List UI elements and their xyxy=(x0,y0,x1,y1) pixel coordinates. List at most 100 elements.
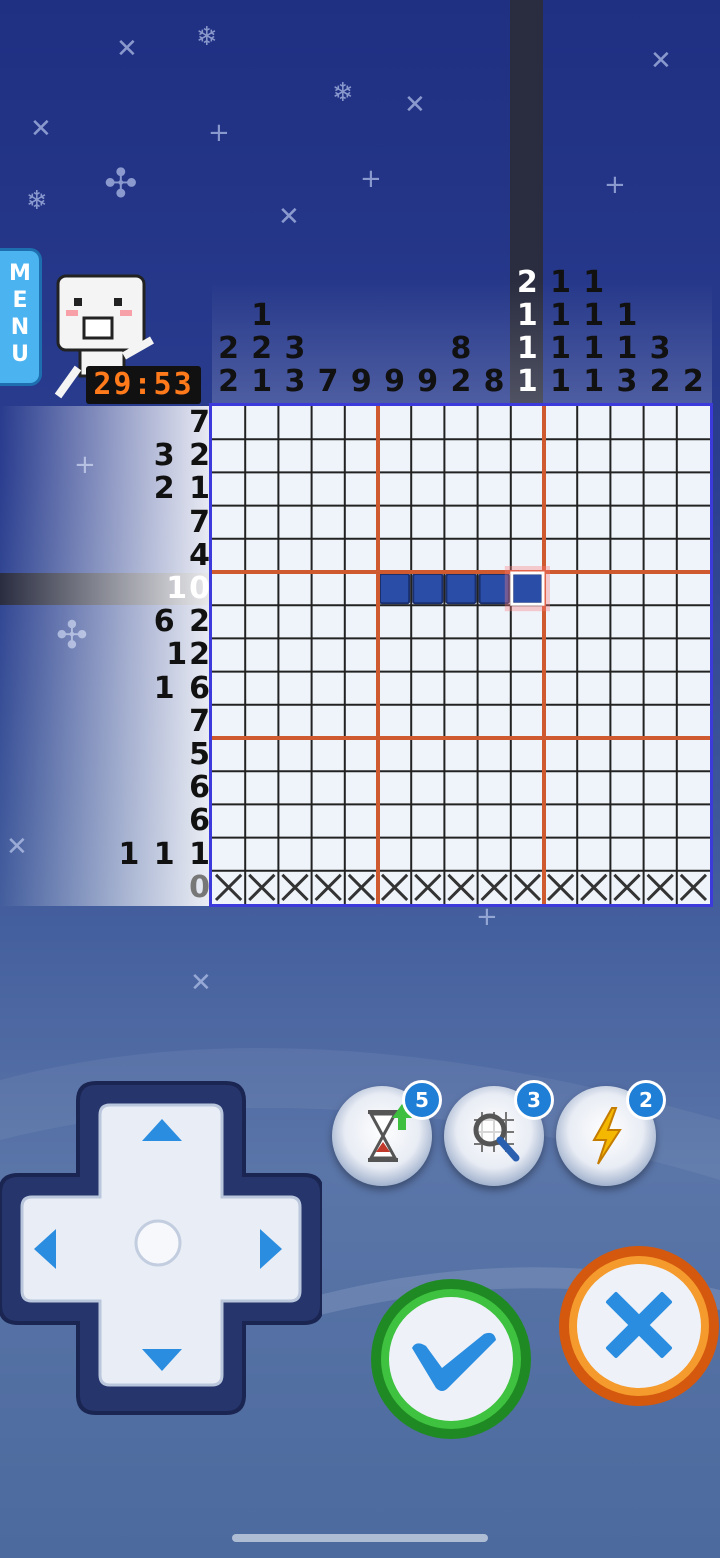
grid-cell[interactable] xyxy=(510,671,544,705)
grid-cell[interactable] xyxy=(610,605,644,639)
grid-cell[interactable] xyxy=(278,538,312,572)
grid-cell[interactable] xyxy=(610,638,644,672)
grid-cell[interactable] xyxy=(245,638,279,672)
grid-cell[interactable] xyxy=(610,738,644,772)
grid-cell[interactable] xyxy=(278,671,312,705)
grid-cell[interactable] xyxy=(344,738,378,772)
grid-cell[interactable] xyxy=(278,572,312,606)
grid-cell[interactable] xyxy=(477,638,511,672)
grid-cell[interactable] xyxy=(311,538,345,572)
grid-cell[interactable] xyxy=(544,704,578,738)
grid-cell[interactable] xyxy=(610,771,644,805)
grid-cell[interactable] xyxy=(444,771,478,805)
grid-cell[interactable] xyxy=(344,704,378,738)
grid-cell[interactable] xyxy=(676,406,710,440)
grid-cell[interactable] xyxy=(577,671,611,705)
grid-cell[interactable] xyxy=(510,472,544,506)
grid-cell[interactable] xyxy=(411,738,445,772)
grid-cell[interactable] xyxy=(676,638,710,672)
grid-cell[interactable] xyxy=(643,837,677,871)
grid-cell[interactable] xyxy=(643,505,677,539)
grid-cell[interactable] xyxy=(311,837,345,871)
grid-cell[interactable] xyxy=(311,638,345,672)
grid-cell[interactable] xyxy=(411,771,445,805)
grid-cell[interactable] xyxy=(577,804,611,838)
cross-button[interactable] xyxy=(558,1244,720,1408)
grid-cell[interactable] xyxy=(311,505,345,539)
grid-cell[interactable] xyxy=(676,738,710,772)
grid-cell[interactable] xyxy=(212,704,246,738)
grid-cell[interactable] xyxy=(577,538,611,572)
grid-cell[interactable] xyxy=(477,771,511,805)
grid-cell[interactable] xyxy=(477,406,511,440)
grid-cell[interactable] xyxy=(378,505,412,539)
grid-cell[interactable] xyxy=(245,406,279,440)
grid-cell[interactable] xyxy=(676,439,710,473)
grid-cell[interactable] xyxy=(444,671,478,705)
grid-cell[interactable] xyxy=(610,505,644,539)
grid-cell[interactable] xyxy=(245,671,279,705)
grid-cell[interactable] xyxy=(577,738,611,772)
grid-cell[interactable] xyxy=(610,704,644,738)
grid-cell[interactable] xyxy=(278,505,312,539)
grid-cell[interactable] xyxy=(344,439,378,473)
grid-cell[interactable] xyxy=(544,406,578,440)
grid-cell[interactable] xyxy=(378,704,412,738)
grid-cell[interactable] xyxy=(378,671,412,705)
grid-cell[interactable] xyxy=(477,837,511,871)
grid-cell[interactable] xyxy=(544,837,578,871)
grid-cell[interactable] xyxy=(477,505,511,539)
grid-cell[interactable] xyxy=(344,605,378,639)
grid-cell[interactable] xyxy=(344,472,378,506)
grid-cell[interactable] xyxy=(510,439,544,473)
grid-cell[interactable] xyxy=(378,804,412,838)
grid-cell[interactable] xyxy=(344,671,378,705)
grid-cell[interactable] xyxy=(477,671,511,705)
grid-cell[interactable] xyxy=(245,538,279,572)
grid-cell[interactable] xyxy=(510,738,544,772)
grid-cell[interactable] xyxy=(344,837,378,871)
grid-cell[interactable] xyxy=(444,472,478,506)
grid-cell[interactable] xyxy=(378,738,412,772)
grid-cell[interactable] xyxy=(610,671,644,705)
grid-cell[interactable] xyxy=(577,572,611,606)
grid-cell[interactable] xyxy=(477,704,511,738)
grid-cell[interactable] xyxy=(212,572,246,606)
grid-cell[interactable] xyxy=(411,472,445,506)
puzzle-grid[interactable] xyxy=(209,403,713,907)
grid-cell[interactable] xyxy=(676,771,710,805)
grid-cell[interactable] xyxy=(245,804,279,838)
grid-cell[interactable] xyxy=(610,406,644,440)
grid-cell[interactable] xyxy=(510,704,544,738)
grid-cell[interactable] xyxy=(411,671,445,705)
grid-cell[interactable] xyxy=(411,605,445,639)
grid-cell[interactable] xyxy=(411,406,445,440)
grid-cell[interactable] xyxy=(444,605,478,639)
menu-button[interactable]: MENU xyxy=(0,248,42,386)
grid-cell[interactable] xyxy=(643,704,677,738)
grid-cell[interactable] xyxy=(311,738,345,772)
grid-cell[interactable] xyxy=(245,439,279,473)
grid-cell[interactable] xyxy=(643,638,677,672)
grid-cell[interactable] xyxy=(643,472,677,506)
grid-cell[interactable] xyxy=(311,671,345,705)
grid-cell[interactable] xyxy=(544,638,578,672)
grid-cell[interactable] xyxy=(278,439,312,473)
grid-cell[interactable] xyxy=(311,406,345,440)
grid-cell[interactable] xyxy=(643,771,677,805)
grid-cell[interactable] xyxy=(610,572,644,606)
hourglass-powerup-button[interactable]: 5 xyxy=(332,1080,442,1186)
grid-cell[interactable] xyxy=(344,538,378,572)
grid-cell[interactable] xyxy=(378,439,412,473)
grid-cell[interactable] xyxy=(411,439,445,473)
grid-cell[interactable] xyxy=(344,406,378,440)
grid-cell[interactable] xyxy=(643,538,677,572)
grid-cell[interactable] xyxy=(643,804,677,838)
grid-cell[interactable] xyxy=(212,738,246,772)
grid-cell[interactable] xyxy=(212,771,246,805)
grid-cell[interactable] xyxy=(278,804,312,838)
grid-cell[interactable] xyxy=(510,837,544,871)
grid-cell[interactable] xyxy=(643,406,677,440)
grid-cell[interactable] xyxy=(311,572,345,606)
grid-cell[interactable] xyxy=(610,472,644,506)
